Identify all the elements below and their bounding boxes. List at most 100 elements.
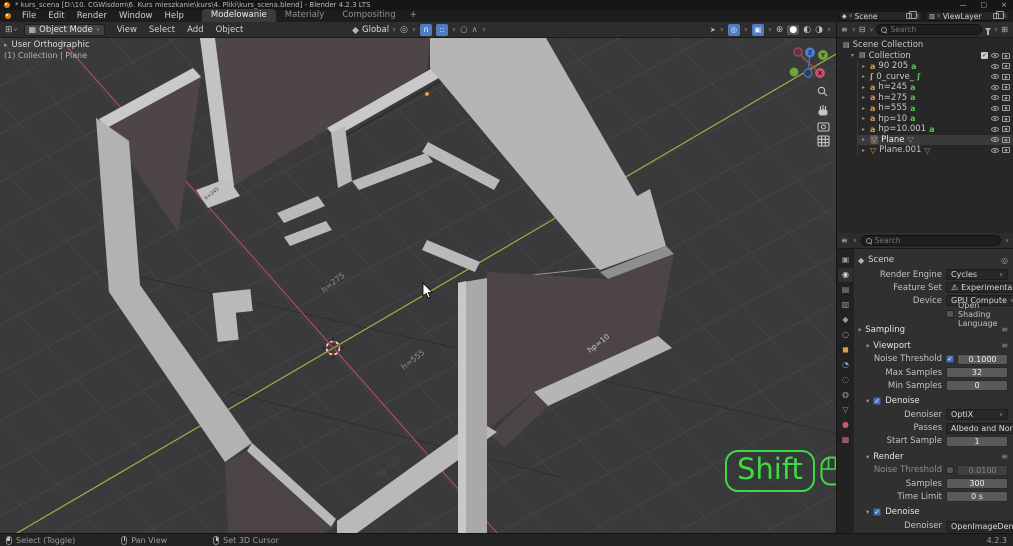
disable-render-camera-icon[interactable]: [1002, 73, 1010, 80]
vp-noise-threshold-checkbox[interactable]: ✓: [946, 355, 954, 364]
properties-search[interactable]: [860, 235, 1001, 246]
outliner-search-input[interactable]: [890, 25, 978, 34]
hide-eye-icon[interactable]: [991, 74, 999, 80]
outliner-item[interactable]: ▸ ʃ 0_curve_ ʃ: [858, 72, 1013, 83]
tab-texture-icon[interactable]: ▦: [838, 433, 853, 447]
menu-view[interactable]: View: [111, 25, 143, 35]
transform-orientation-dropdown[interactable]: Global ∨: [352, 25, 396, 35]
outliner-item[interactable]: ▸ a hp=10.001 a: [858, 124, 1013, 135]
outliner-search[interactable]: [876, 24, 983, 35]
expand-icon[interactable]: ▸: [862, 136, 867, 143]
menu-object[interactable]: Object: [210, 25, 250, 35]
disable-render-camera-icon[interactable]: [1002, 52, 1010, 59]
menu-edit[interactable]: Edit: [42, 10, 70, 22]
show-overlays-toggle[interactable]: ◎: [727, 24, 740, 36]
gizmo-neg-z-ball[interactable]: [803, 68, 813, 78]
tab-viewlayer-icon[interactable]: ▥: [838, 298, 853, 312]
properties-editor-icon[interactable]: ≡: [841, 236, 848, 245]
max-samples-field[interactable]: 32: [946, 367, 1008, 379]
expand-icon[interactable]: ▸: [862, 105, 867, 112]
mode-dropdown[interactable]: ▦ Object Mode ∨: [23, 23, 105, 36]
workspace-tab-modelowanie[interactable]: Modelowanie: [201, 9, 276, 22]
hide-eye-icon[interactable]: [991, 147, 999, 153]
disable-render-camera-icon[interactable]: [1002, 115, 1010, 122]
gizmo-neg-x-ball[interactable]: [793, 47, 803, 57]
section-menu-icon[interactable]: ≡: [1001, 325, 1008, 334]
proportional-falloff-dropdown[interactable]: ∧: [472, 25, 478, 35]
tab-modifiers-icon[interactable]: ◔: [838, 358, 853, 372]
maximize-button[interactable]: ▢: [981, 0, 988, 10]
workspace-tab-materialy[interactable]: Materialy: [276, 9, 334, 22]
show-gizmo-dropdown[interactable]: ➤: [710, 26, 716, 34]
sidebar-toggle-icon[interactable]: ▸: [4, 41, 8, 49]
outliner-item[interactable]: ▸ a h=275 a: [858, 93, 1013, 104]
filter-icon[interactable]: [985, 27, 992, 35]
shading-rendered-button[interactable]: ◑: [815, 25, 823, 35]
expand-icon[interactable]: ▸: [862, 63, 867, 70]
editor-type-icon[interactable]: ⊞: [5, 25, 13, 35]
expand-icon[interactable]: ▸: [862, 126, 867, 133]
snap-target-dropdown[interactable]: ::: [436, 24, 449, 36]
collapse-icon[interactable]: ▾: [851, 52, 856, 59]
passes-dropdown[interactable]: Albedo and Normal∨: [946, 422, 1013, 434]
shading-solid-button[interactable]: ●: [787, 25, 800, 35]
hide-eye-icon[interactable]: [991, 95, 999, 101]
hide-eye-icon[interactable]: [991, 84, 999, 90]
workspace-tab-compositing[interactable]: Compositing: [333, 9, 404, 22]
tab-world-icon[interactable]: ○: [838, 328, 853, 342]
disable-render-camera-icon[interactable]: [1002, 105, 1010, 112]
outliner-item[interactable]: ▸ a h=555 a: [858, 103, 1013, 114]
hide-eye-icon[interactable]: [991, 137, 999, 143]
hide-eye-icon[interactable]: [991, 105, 999, 111]
viewport-subsection-header[interactable]: ▾ Viewport ≡: [858, 339, 1008, 353]
min-samples-field[interactable]: 0: [946, 380, 1008, 392]
hide-eye-icon[interactable]: [991, 53, 999, 59]
disable-render-camera-icon[interactable]: [1002, 63, 1010, 70]
minimize-button[interactable]: —: [960, 0, 967, 10]
tab-render-icon[interactable]: ◉: [838, 268, 853, 282]
snap-toggle[interactable]: ∩: [420, 24, 433, 36]
r-noise-threshold-checkbox[interactable]: [946, 466, 954, 475]
viewlayer-selector[interactable]: ▥ ∨ ViewLayer ×: [926, 11, 1010, 21]
feature-set-dropdown[interactable]: ⚠Experimental∨: [946, 282, 1013, 294]
collection-checkbox[interactable]: ✓: [981, 52, 988, 60]
pan-hand-icon[interactable]: [818, 105, 828, 116]
outliner-item-active[interactable]: ▸ ▽ Plane ▽: [858, 134, 1013, 145]
new-collection-button[interactable]: ⊞: [1001, 25, 1008, 34]
add-workspace-button[interactable]: +: [405, 9, 422, 22]
shading-material-button[interactable]: ◐: [803, 25, 811, 35]
osl-checkbox[interactable]: [946, 310, 954, 319]
outliner-item[interactable]: ▸ a hp=10 a: [858, 114, 1013, 125]
r-noise-threshold-field[interactable]: 0.0100: [957, 464, 1008, 476]
shading-wireframe-button[interactable]: ⊕: [776, 25, 784, 35]
vp-denoiser-dropdown[interactable]: OptiX ∨: [946, 409, 1008, 421]
outliner-editor-icon[interactable]: ≡: [841, 25, 848, 34]
properties-search-input[interactable]: [874, 236, 996, 245]
expand-icon[interactable]: ▸: [862, 147, 867, 154]
viewport-denoise-header[interactable]: ▾ ✓ Denoise: [858, 394, 1008, 408]
outliner-row-scene-collection[interactable]: ▤ Scene Collection: [837, 40, 1013, 51]
hide-eye-icon[interactable]: [991, 63, 999, 69]
start-sample-field[interactable]: 1: [946, 435, 1008, 447]
gizmo-neg-y-ball[interactable]: [789, 67, 799, 77]
menu-render[interactable]: Render: [71, 10, 113, 22]
expand-icon[interactable]: ▸: [862, 94, 867, 101]
outliner-row-collection[interactable]: ▾ ▤ Collection ✓: [837, 51, 1013, 62]
3d-viewport[interactable]: ▸ User Orthographic (1) Collection | Plan…: [0, 38, 836, 533]
tab-tool-icon[interactable]: ▣: [838, 253, 853, 267]
outliner-item[interactable]: ▸ a 90 205 a: [858, 61, 1013, 72]
new-viewlayer-icon[interactable]: [993, 11, 1005, 19]
preset-menu-icon[interactable]: ≡: [1001, 452, 1008, 461]
tab-output-icon[interactable]: ▤: [838, 283, 853, 297]
proportional-editing-toggle[interactable]: ○: [460, 25, 467, 35]
time-limit-field[interactable]: 0 s: [946, 491, 1008, 503]
pin-icon[interactable]: ◎: [1001, 256, 1008, 265]
menu-select[interactable]: Select: [143, 25, 181, 35]
outliner-display-mode-icon[interactable]: ⊟: [859, 25, 866, 34]
menu-file[interactable]: File: [16, 10, 42, 22]
render-denoise-header[interactable]: ▾ ✓ Denoise: [858, 505, 1008, 519]
tab-material-icon[interactable]: ●: [838, 418, 853, 432]
blender-menu-icon[interactable]: [5, 13, 11, 19]
pivot-point-dropdown[interactable]: ◎: [400, 25, 408, 35]
disable-render-camera-icon[interactable]: [1002, 84, 1010, 91]
